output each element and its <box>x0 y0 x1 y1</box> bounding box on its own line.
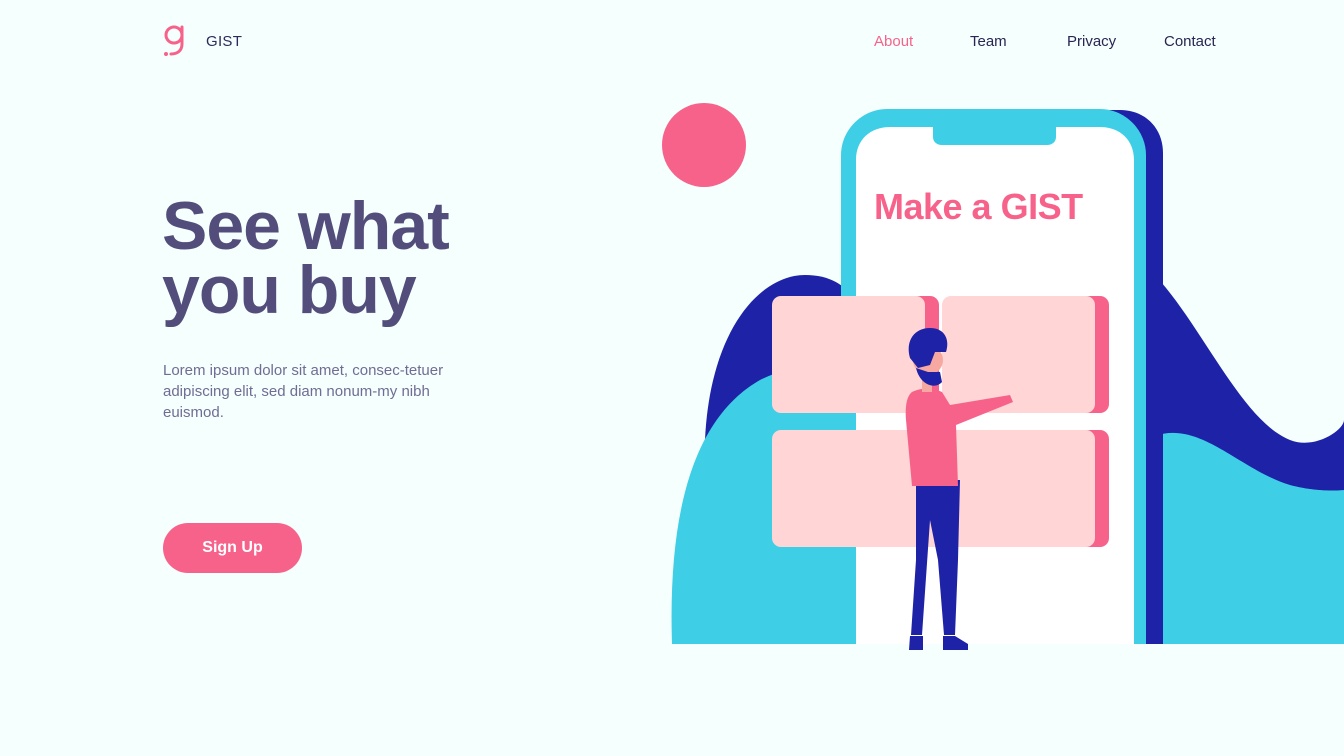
decorative-circle <box>662 103 746 187</box>
card-1 <box>772 296 925 413</box>
nav-privacy-link[interactable]: Privacy <box>1067 33 1116 50</box>
hero-title-line-1: See what <box>162 188 450 264</box>
nav-about-link[interactable]: About <box>874 33 913 50</box>
hero-illustration <box>662 103 1344 650</box>
nav-team-link[interactable]: Team <box>970 33 1007 50</box>
brand-name: GIST <box>206 33 243 50</box>
hero-title: See what you buy <box>162 188 582 328</box>
sign-up-button[interactable]: Sign Up <box>163 523 302 573</box>
logo-g-icon <box>164 25 184 56</box>
hero-title-line-2: you buy <box>162 252 417 328</box>
phone-title: Make a GIST <box>874 186 1083 227</box>
nav-contact-link[interactable]: Contact <box>1164 33 1216 50</box>
brand-logo[interactable]: GIST <box>162 24 242 58</box>
hero-description: Lorem ipsum dolor sit amet, consec-tetue… <box>163 362 444 421</box>
card-2 <box>942 296 1095 413</box>
person-shoe-left <box>909 636 923 650</box>
